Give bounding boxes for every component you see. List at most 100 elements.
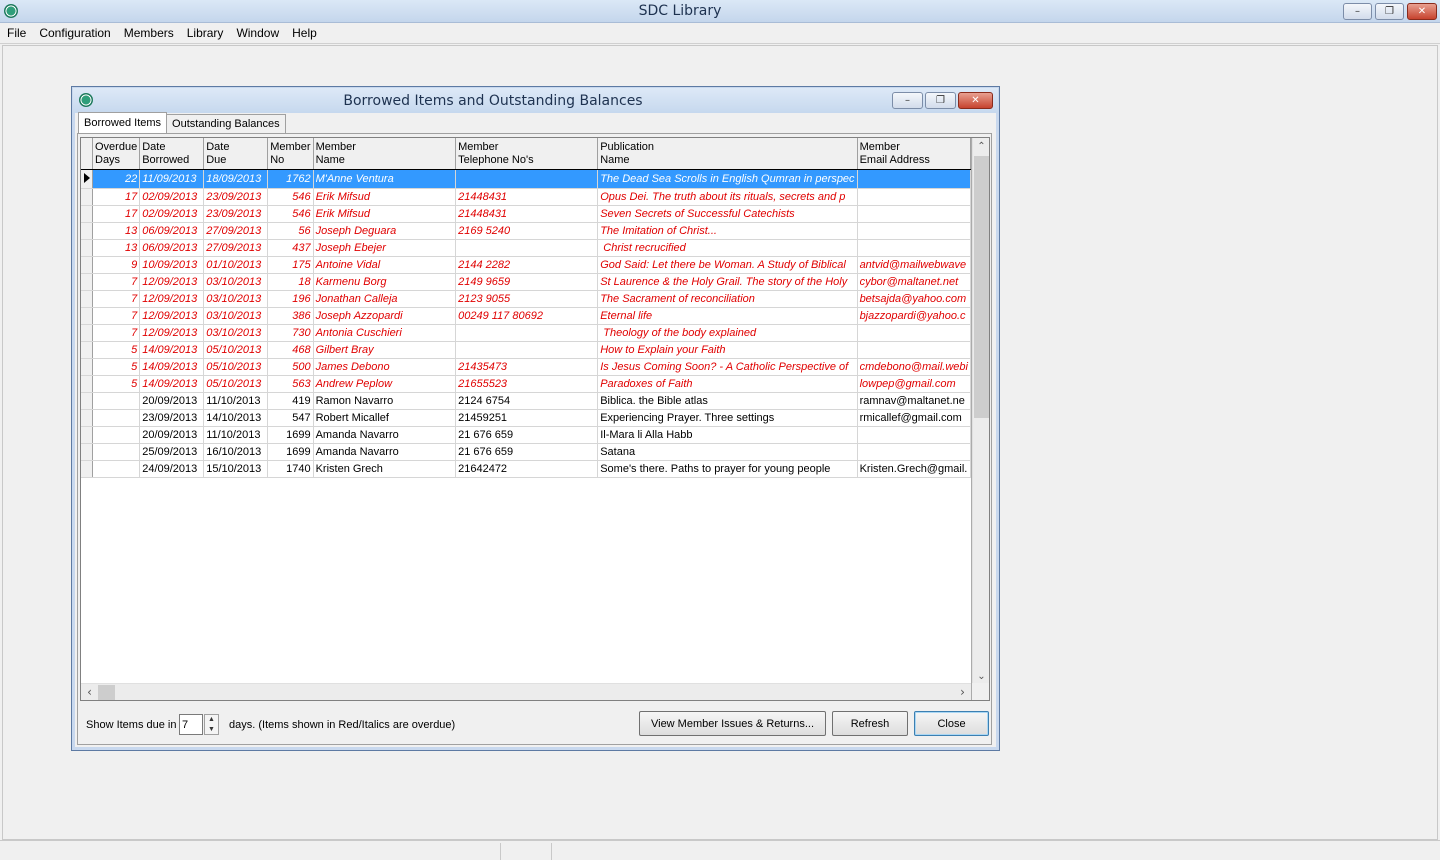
- cell-due[interactable]: 23/09/2013: [203, 188, 269, 206]
- horizontal-scrollbar[interactable]: ‹ ›: [81, 683, 971, 700]
- cell-member-no[interactable]: 546: [267, 188, 314, 206]
- column-header-email[interactable]: Member Email Address: [857, 138, 971, 170]
- cell-member-no[interactable]: 546: [267, 205, 314, 223]
- cell-phone[interactable]: 2124 6754: [455, 392, 599, 410]
- cell-publication[interactable]: Paradoxes of Faith: [597, 375, 858, 393]
- cell-publication[interactable]: Satana: [597, 443, 858, 461]
- cell-email[interactable]: [857, 341, 971, 359]
- cell-borrowed[interactable]: 12/09/2013: [139, 290, 205, 308]
- tab-outstanding-balances[interactable]: Outstanding Balances: [166, 114, 286, 134]
- cell-email[interactable]: [857, 443, 971, 461]
- dialog-close-button[interactable]: ✕: [958, 92, 993, 109]
- row-indicator[interactable]: [81, 222, 93, 240]
- cell-overdue[interactable]: [92, 426, 141, 444]
- cell-member-name[interactable]: Antonia Cuschieri: [313, 324, 457, 342]
- borrowed-items-grid[interactable]: Overdue Days Date Borrowed Date Due Member …: [80, 137, 990, 701]
- cell-borrowed[interactable]: 12/09/2013: [139, 324, 205, 342]
- cell-overdue[interactable]: 17: [92, 188, 141, 206]
- row-indicator[interactable]: [81, 239, 93, 257]
- cell-member-name[interactable]: Jonathan Calleja: [313, 290, 457, 308]
- menu-library[interactable]: Library: [187, 26, 231, 40]
- column-header-borrowed[interactable]: Date Borrowed: [139, 138, 205, 170]
- cell-member-no[interactable]: 386: [267, 307, 314, 325]
- minimize-button[interactable]: –: [1343, 3, 1372, 20]
- days-stepper[interactable]: ▲ ▼: [179, 714, 223, 735]
- cell-due[interactable]: 15/10/2013: [203, 460, 269, 478]
- cell-overdue[interactable]: 13: [92, 239, 141, 257]
- table-row[interactable]: 5 14/09/2013 05/10/2013 563 Andrew Peplow 216…: [81, 375, 971, 393]
- scroll-right-arrow-icon[interactable]: ›: [954, 684, 971, 700]
- table-row[interactable]: 7 12/09/2013 03/10/2013 386 Joseph Azzopardi…: [81, 307, 971, 325]
- cell-due[interactable]: 18/09/2013: [203, 169, 269, 189]
- cell-overdue[interactable]: 5: [92, 341, 141, 359]
- cell-email[interactable]: [857, 169, 971, 189]
- row-indicator[interactable]: [81, 169, 93, 189]
- menu-file[interactable]: File: [7, 26, 33, 40]
- table-row[interactable]: 5 14/09/2013 05/10/2013 500 James Debono 2143…: [81, 358, 971, 376]
- cell-member-name[interactable]: Robert Micallef: [313, 409, 457, 427]
- cell-due[interactable]: 05/10/2013: [203, 358, 269, 376]
- table-row[interactable]: 7 12/09/2013 03/10/2013 730 Antonia Cuschier…: [81, 324, 971, 342]
- cell-publication[interactable]: How to Explain your Faith: [597, 341, 858, 359]
- cell-member-name[interactable]: Andrew Peplow: [313, 375, 457, 393]
- cell-email[interactable]: cybor@maltanet.net: [857, 273, 971, 291]
- cell-phone[interactable]: [455, 169, 599, 189]
- cell-due[interactable]: 01/10/2013: [203, 256, 269, 274]
- cell-publication[interactable]: Experiencing Prayer. Three settings: [597, 409, 858, 427]
- cell-publication[interactable]: Theology of the body explained: [597, 324, 858, 342]
- cell-overdue[interactable]: 5: [92, 375, 141, 393]
- table-row[interactable]: 22 11/09/2013 18/09/2013 1762 M'Anne Ventura…: [81, 169, 971, 189]
- cell-member-no[interactable]: 1740: [267, 460, 314, 478]
- cell-phone[interactable]: 2149 9659: [455, 273, 599, 291]
- cell-due[interactable]: 05/10/2013: [203, 341, 269, 359]
- cell-member-name[interactable]: Amanda Navarro: [313, 426, 457, 444]
- cell-member-name[interactable]: James Debono: [313, 358, 457, 376]
- cell-member-no[interactable]: 56: [267, 222, 314, 240]
- menu-window[interactable]: Window: [236, 26, 286, 40]
- cell-due[interactable]: 03/10/2013: [203, 307, 269, 325]
- column-header-phone[interactable]: Member Telephone No's: [455, 138, 599, 170]
- cell-member-no[interactable]: 437: [267, 239, 314, 257]
- column-header-due[interactable]: Date Due: [203, 138, 269, 170]
- vertical-scrollbar[interactable]: ⌃ ⌄: [972, 138, 989, 685]
- cell-member-name[interactable]: Antoine Vidal: [313, 256, 457, 274]
- cell-member-name[interactable]: Kristen Grech: [313, 460, 457, 478]
- row-indicator[interactable]: [81, 341, 93, 359]
- row-indicator[interactable]: [81, 392, 93, 410]
- cell-borrowed[interactable]: 20/09/2013: [139, 426, 205, 444]
- menu-configuration[interactable]: Configuration: [39, 26, 117, 40]
- cell-member-name[interactable]: Erik Mifsud: [313, 188, 457, 206]
- cell-due[interactable]: 11/10/2013: [203, 392, 269, 410]
- cell-email[interactable]: ramnav@maltanet.ne: [857, 392, 971, 410]
- cell-overdue[interactable]: 7: [92, 273, 141, 291]
- cell-phone[interactable]: 2169 5240: [455, 222, 599, 240]
- cell-borrowed[interactable]: 02/09/2013: [139, 188, 205, 206]
- cell-member-no[interactable]: 730: [267, 324, 314, 342]
- cell-overdue[interactable]: 17: [92, 205, 141, 223]
- cell-publication[interactable]: The Dead Sea Scrolls in English Qumran i…: [597, 169, 858, 189]
- cell-due[interactable]: 14/10/2013: [203, 409, 269, 427]
- cell-due[interactable]: 27/09/2013: [203, 239, 269, 257]
- cell-overdue[interactable]: [92, 392, 141, 410]
- cell-due[interactable]: 03/10/2013: [203, 273, 269, 291]
- cell-member-no[interactable]: 563: [267, 375, 314, 393]
- table-row[interactable]: 7 12/09/2013 03/10/2013 196 Jonathan Calleja…: [81, 290, 971, 308]
- row-indicator[interactable]: [81, 409, 93, 427]
- restore-button[interactable]: ❐: [1375, 3, 1404, 20]
- cell-due[interactable]: 11/10/2013: [203, 426, 269, 444]
- cell-due[interactable]: 03/10/2013: [203, 324, 269, 342]
- cell-borrowed[interactable]: 14/09/2013: [139, 341, 205, 359]
- cell-borrowed[interactable]: 11/09/2013: [139, 169, 205, 189]
- cell-borrowed[interactable]: 10/09/2013: [139, 256, 205, 274]
- cell-phone[interactable]: 21448431: [455, 188, 599, 206]
- cell-member-name[interactable]: Joseph Ebejer: [313, 239, 457, 257]
- cell-email[interactable]: [857, 239, 971, 257]
- cell-borrowed[interactable]: 12/09/2013: [139, 307, 205, 325]
- cell-overdue[interactable]: 5: [92, 358, 141, 376]
- cell-publication[interactable]: Biblica. the Bible atlas: [597, 392, 858, 410]
- cell-borrowed[interactable]: 12/09/2013: [139, 273, 205, 291]
- cell-email[interactable]: [857, 426, 971, 444]
- menu-help[interactable]: Help: [292, 26, 324, 40]
- cell-borrowed[interactable]: 14/09/2013: [139, 375, 205, 393]
- cell-member-no[interactable]: 468: [267, 341, 314, 359]
